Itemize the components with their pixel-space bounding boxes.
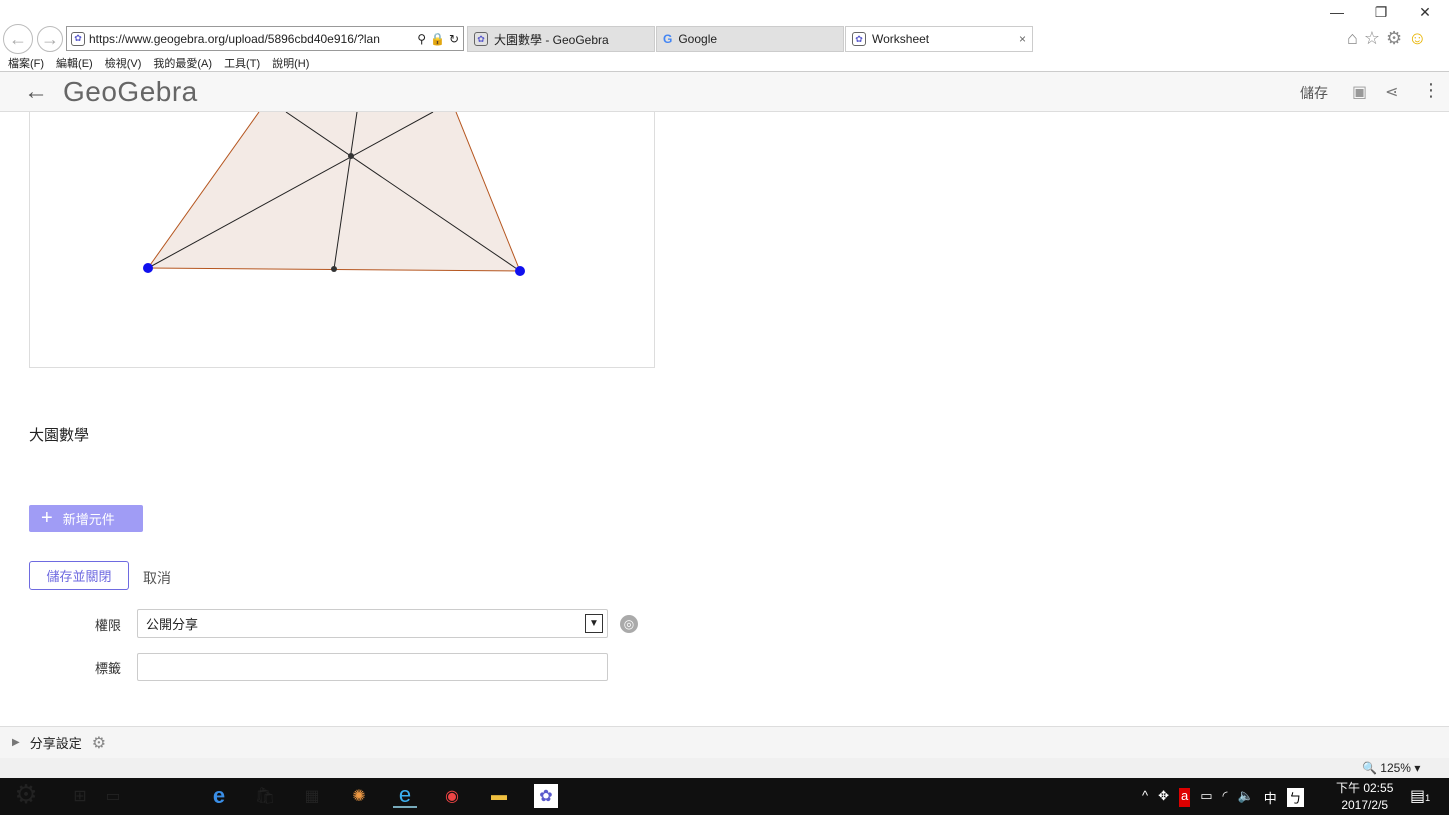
search-icon[interactable]: ⚲ bbox=[417, 32, 426, 46]
menu-bar: 檔案(F) 編輯(E) 檢視(V) 我的最愛(A) 工具(T) 說明(H) bbox=[0, 54, 1449, 72]
close-tab-icon[interactable]: × bbox=[1019, 32, 1032, 46]
centroid-point[interactable] bbox=[348, 153, 354, 159]
share-settings-label: 分享設定 bbox=[29, 736, 82, 751]
triangle-fill bbox=[148, 112, 520, 271]
cancel-button[interactable]: 取消 bbox=[143, 568, 171, 588]
back-button[interactable]: ← bbox=[3, 24, 33, 54]
tab-label: 大園數學 - GeoGebra bbox=[494, 32, 609, 47]
gear-icon[interactable]: ⚙ bbox=[92, 733, 106, 753]
wifi-icon[interactable]: ◜ bbox=[1223, 788, 1228, 807]
menu-file[interactable]: 檔案(F) bbox=[8, 55, 44, 71]
save-close-button[interactable]: 儲存並關閉 bbox=[29, 561, 129, 590]
midpoint[interactable] bbox=[331, 266, 337, 272]
notification-icon[interactable]: ▤1 bbox=[1410, 786, 1430, 806]
ime-indicator[interactable]: 中 bbox=[1264, 788, 1277, 807]
geogebra-favicon-icon: ✿ bbox=[474, 32, 488, 46]
volume-icon[interactable]: 🔈 bbox=[1238, 788, 1254, 807]
permission-value: 公開分享 bbox=[146, 617, 199, 632]
clock[interactable]: 下午 02:55 2017/2/5 bbox=[1336, 780, 1393, 814]
geogebra-taskbar-icon[interactable]: ✿ bbox=[534, 784, 558, 808]
forward-button[interactable]: → bbox=[37, 26, 63, 52]
tab-geogebra[interactable]: ✿ 大園數學 - GeoGebra bbox=[467, 26, 655, 52]
file-explorer-icon[interactable]: ▬ bbox=[487, 784, 511, 808]
minimize-button[interactable]: — bbox=[1322, 4, 1352, 20]
menu-help[interactable]: 說明(H) bbox=[272, 55, 309, 71]
smiley-icon[interactable]: ☺ bbox=[1408, 28, 1426, 49]
google-icon: G bbox=[663, 32, 673, 46]
status-bar: 🔍 125% ▾ bbox=[0, 758, 1449, 778]
store-icon[interactable]: 🛍 bbox=[253, 784, 277, 808]
address-bar[interactable]: ✿ https://www.geogebra.org/upload/5896cb… bbox=[66, 26, 464, 51]
tab-label: Google bbox=[678, 32, 718, 46]
settings-icon[interactable]: ⚙ bbox=[14, 779, 38, 809]
date: 2017/2/5 bbox=[1341, 798, 1389, 812]
caret-right-icon: ▶ bbox=[12, 737, 20, 748]
menu-favorites[interactable]: 我的最愛(A) bbox=[153, 55, 212, 71]
app-icon[interactable]: ▦ bbox=[300, 784, 324, 808]
save-button[interactable]: 儲存 bbox=[1300, 83, 1328, 103]
globe-icon: ◎ bbox=[620, 615, 638, 633]
refresh-icon[interactable]: ↻ bbox=[449, 32, 463, 46]
menu-view[interactable]: 檢視(V) bbox=[105, 55, 142, 71]
more-menu-icon[interactable]: ⋮ bbox=[1422, 80, 1440, 101]
gear-icon[interactable]: ⚙ bbox=[1386, 28, 1402, 49]
tags-label: 標籤 bbox=[95, 661, 122, 676]
chrome-icon[interactable]: ◉ bbox=[440, 784, 464, 808]
menu-edit[interactable]: 編輯(E) bbox=[56, 55, 93, 71]
zoom-level[interactable]: 🔍 125% ▾ bbox=[1362, 761, 1420, 775]
geogebra-header bbox=[0, 72, 1449, 112]
geogebra-logo[interactable]: GeoGebra bbox=[63, 76, 198, 108]
browser-toolbar-icons: ⌂ ☆ ⚙ ☺ bbox=[1347, 28, 1427, 49]
geogebra-favicon-icon: ✿ bbox=[71, 31, 85, 46]
star-icon[interactable]: ☆ bbox=[1364, 28, 1380, 49]
close-window-button[interactable]: ✕ bbox=[1410, 4, 1440, 21]
home-icon[interactable]: ⌂ bbox=[1347, 28, 1358, 49]
permission-select[interactable]: 公開分享 ▼ bbox=[137, 609, 608, 638]
ie-icon[interactable]: e bbox=[393, 782, 417, 808]
tab-label: Worksheet bbox=[872, 32, 930, 46]
edge-icon[interactable]: e bbox=[207, 783, 231, 808]
notification-count: 1 bbox=[1425, 793, 1431, 803]
tab-worksheet[interactable]: ✿ Worksheet × bbox=[845, 26, 1033, 52]
restore-button[interactable]: ❐ bbox=[1366, 4, 1396, 21]
task-view-icon[interactable]: ▭ bbox=[101, 784, 125, 808]
back-arrow-icon[interactable]: ← bbox=[24, 78, 48, 106]
triangle-construction bbox=[143, 111, 525, 276]
vertex-point[interactable] bbox=[143, 263, 153, 273]
add-element-label: 新增元件 bbox=[62, 512, 115, 527]
menu-tools[interactable]: 工具(T) bbox=[224, 55, 260, 71]
start-icon[interactable]: ⊞ bbox=[68, 784, 92, 808]
battery-icon[interactable]: ▭ bbox=[1200, 788, 1212, 807]
screenshot-icon[interactable]: ▣ bbox=[1352, 82, 1367, 102]
chevron-down-icon[interactable]: ▼ bbox=[585, 614, 603, 633]
url-text: https://www.geogebra.org/upload/5896cbd4… bbox=[89, 31, 380, 46]
geogebra-favicon-icon: ✿ bbox=[852, 32, 866, 46]
tab-google[interactable]: G Google bbox=[656, 26, 844, 52]
share-settings-bar[interactable]: ▶ 分享設定 ⚙ bbox=[0, 726, 1449, 758]
chevron-up-icon[interactable]: ^ bbox=[1142, 788, 1148, 807]
share-icon[interactable]: ⋖ bbox=[1385, 82, 1398, 102]
permission-label: 權限 bbox=[95, 618, 122, 633]
time: 下午 02:55 bbox=[1336, 781, 1394, 795]
add-element-button[interactable]: + 新增元件 bbox=[29, 505, 143, 532]
ime-mode-icon[interactable]: ㄅ bbox=[1286, 788, 1304, 807]
tags-input[interactable] bbox=[137, 653, 608, 681]
system-tray: ^ ✥ a ▭ ◜ 🔈 中ㄅ bbox=[1142, 788, 1304, 807]
zoom-value: 125% bbox=[1380, 761, 1411, 775]
avira-icon[interactable]: a bbox=[1179, 788, 1191, 807]
picasa-icon[interactable]: ✺ bbox=[347, 784, 371, 808]
author-text: 大園數學 bbox=[29, 427, 90, 444]
geogebra-applet[interactable] bbox=[29, 111, 655, 368]
vertex-point[interactable] bbox=[515, 266, 525, 276]
plus-icon: + bbox=[41, 507, 53, 529]
lock-icon: 🔒 bbox=[429, 31, 445, 46]
dropbox-icon[interactable]: ✥ bbox=[1158, 788, 1169, 807]
